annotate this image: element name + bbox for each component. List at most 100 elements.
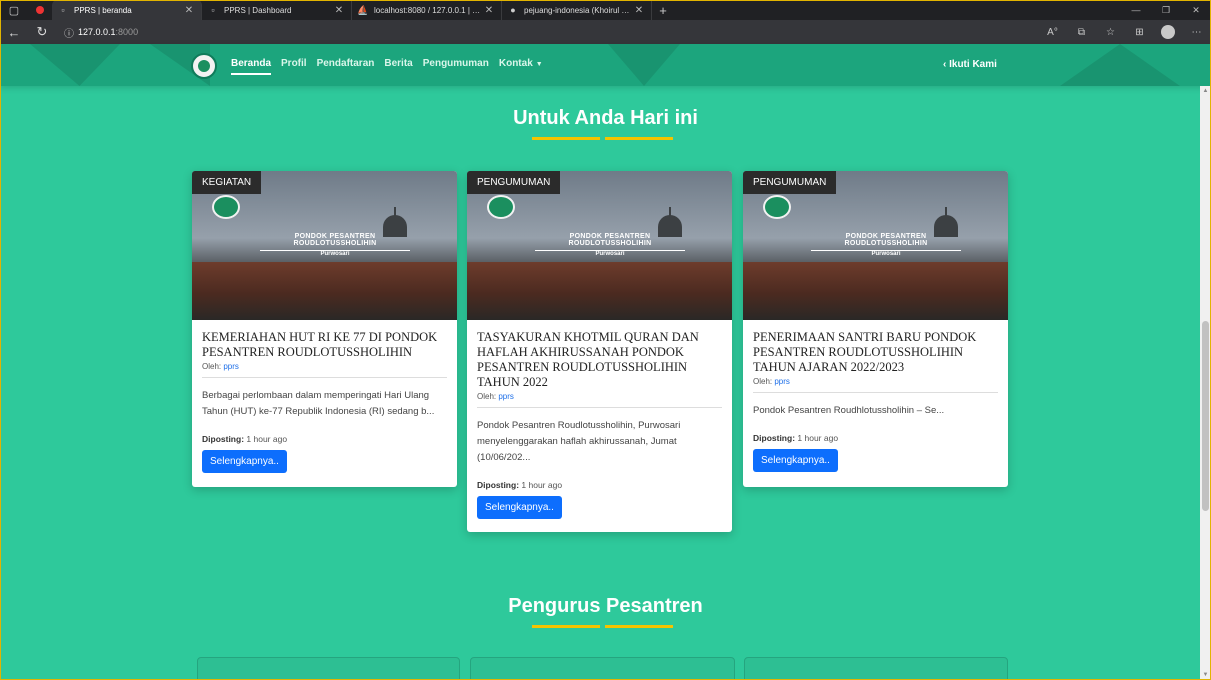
pesantren-emblem (487, 195, 515, 219)
posted-label: Diposting: (202, 434, 245, 444)
tab-title: pejuang-indonesia (Khoirul Mun... (524, 5, 633, 15)
divider (753, 392, 998, 393)
site-navbar: Beranda Profil Pendaftaran Berita Pengum… (0, 44, 1211, 86)
posted-value: 1 hour ago (521, 480, 563, 490)
post-card: PONDOK PESANTREN ROUDLOTUSSHOLIHIN Purwo… (743, 171, 1008, 487)
github-icon: ● (510, 5, 516, 15)
scrollbar-thumb[interactable] (1202, 321, 1209, 511)
nav-item-pendaftaran[interactable]: Pendaftaran (317, 58, 375, 75)
divider (202, 377, 447, 378)
browser-tab-dashboard[interactable]: ▫ PPRS | Dashboard ✕ (202, 0, 352, 20)
post-card: PONDOK PESANTREN ROUDLOTUSSHOLIHIN Purwo… (192, 171, 457, 487)
nav-decoration (30, 44, 120, 86)
page-icon: ▫ (211, 5, 215, 15)
author-label: Oleh: (753, 377, 773, 386)
board-member-card (470, 657, 735, 680)
author-link[interactable]: pprs (223, 362, 239, 371)
site-logo[interactable] (191, 53, 217, 79)
section-title-board: Pengurus Pesantren (508, 595, 703, 617)
extensions-icon[interactable]: ⧉ (1067, 27, 1096, 38)
follow-us-link[interactable]: ‹ Ikuti Kami (943, 59, 997, 70)
window-menu-icon[interactable]: ▢ (0, 0, 28, 20)
reload-icon[interactable]: ↻ (28, 24, 56, 40)
close-tab-icon[interactable]: ✕ (483, 5, 495, 16)
post-title[interactable]: PENERIMAAN SANTRI BARU PONDOK PESANTREN … (753, 330, 998, 375)
mosque-dome (934, 215, 958, 237)
record-icon[interactable] (28, 0, 52, 20)
close-tab-icon[interactable]: ✕ (633, 5, 645, 16)
read-more-button[interactable]: Selengkapnya.. (753, 449, 838, 472)
url-port: :8000 (115, 27, 139, 37)
url-host: 127.0.0.1 (78, 27, 116, 37)
browser-tab-github[interactable]: ● pejuang-indonesia (Khoirul Mun... ✕ (502, 0, 652, 20)
nav-item-berita[interactable]: Berita (384, 58, 412, 75)
back-icon[interactable]: ← (0, 25, 28, 40)
title-underline (532, 625, 600, 628)
post-excerpt: Pondok Pesantren Roudlotussholihin, Purw… (477, 420, 681, 463)
tab-title: PPRS | Dashboard (224, 5, 292, 15)
category-badge: PENGUMUMAN (467, 171, 561, 194)
close-window-icon[interactable]: ✕ (1181, 5, 1211, 16)
read-more-button[interactable]: Selengkapnya.. (477, 496, 562, 519)
pesantren-emblem (212, 195, 240, 219)
post-author: Oleh: pprs (202, 362, 447, 371)
post-time: Diposting: 1 hour ago (753, 433, 998, 443)
url-field[interactable]: ⓘ 127.0.0.1 :8000 (60, 23, 1020, 41)
scroll-down-icon[interactable]: ▼ (1200, 672, 1211, 678)
image-caption-town: Purwosari (595, 251, 625, 257)
read-aloud-icon[interactable]: A° (1038, 27, 1067, 38)
posted-label: Diposting: (477, 480, 520, 490)
nav-item-profil[interactable]: Profil (281, 58, 307, 75)
post-author: Oleh: pprs (753, 377, 998, 386)
posted-value: 1 hour ago (246, 434, 288, 444)
site-info-icon[interactable]: ⓘ (60, 23, 78, 41)
post-title[interactable]: KEMERIAHAN HUT RI KE 77 DI PONDOK PESANT… (202, 330, 447, 360)
browser-tab-bar: ▢ ▫ PPRS | beranda ✕ ▫ PPRS | Dashboard … (0, 0, 1211, 20)
title-underline (605, 137, 673, 140)
pesantren-emblem (763, 195, 791, 219)
nav-item-pengumuman[interactable]: Pengumuman (423, 58, 489, 75)
category-badge: PENGUMUMAN (743, 171, 837, 194)
post-time: Diposting: 1 hour ago (477, 480, 722, 490)
title-underline (532, 137, 600, 140)
more-options-icon[interactable]: ⋯ (1182, 27, 1211, 38)
browser-tab-beranda[interactable]: ▫ PPRS | beranda ✕ (52, 0, 202, 20)
profile-avatar[interactable] (1161, 25, 1175, 39)
close-tab-icon[interactable]: ✕ (333, 5, 345, 16)
category-badge: KEGIATAN (192, 171, 262, 194)
scroll-up-icon[interactable]: ▲ (1200, 88, 1211, 94)
browser-tab-phpmyadmin[interactable]: ⛵ localhost:8080 / 127.0.0.1 | phpM ✕ (352, 0, 502, 20)
close-tab-icon[interactable]: ✕ (183, 5, 195, 16)
author-link[interactable]: pprs (774, 377, 790, 386)
nav-item-beranda[interactable]: Beranda (231, 58, 272, 75)
phpmyadmin-icon: ⛵ (357, 4, 369, 15)
nav-decoration (1060, 44, 1180, 86)
favorites-icon[interactable]: ☆ (1096, 27, 1125, 38)
nav-item-kontak-label: Kontak (498, 58, 533, 69)
author-link[interactable]: pprs (498, 392, 514, 401)
nav-item-kontak[interactable]: Kontak ▼ (499, 58, 543, 75)
minimize-icon[interactable]: — (1121, 5, 1151, 16)
page-icon: ▫ (61, 5, 65, 15)
post-title[interactable]: TASYAKURAN KHOTMIL QURAN DAN HAFLAH AKHI… (477, 330, 722, 390)
nav-decoration (608, 44, 680, 86)
post-excerpt: Pondok Pesantren Roudhlotussholihin – Se… (753, 405, 945, 416)
title-underline (605, 625, 673, 628)
main-menu: Beranda Profil Pendaftaran Berita Pengum… (231, 58, 553, 75)
read-more-button[interactable]: Selengkapnya.. (202, 450, 287, 473)
restore-icon[interactable]: ❐ (1151, 5, 1181, 16)
tab-title: PPRS | beranda (74, 5, 132, 15)
collections-icon[interactable]: ⊞ (1125, 27, 1154, 38)
section-title-today: Untuk Anda Hari ini (513, 107, 698, 129)
new-tab-button[interactable]: + (652, 3, 674, 18)
author-label: Oleh: (202, 362, 222, 371)
post-time: Diposting: 1 hour ago (202, 434, 447, 444)
mosque-roof (743, 262, 1008, 320)
posted-label: Diposting: (753, 433, 796, 443)
author-label: Oleh: (477, 392, 497, 401)
address-bar: ← ↻ ⓘ 127.0.0.1 :8000 A° ⧉ ☆ ⊞ ⋯ (0, 20, 1211, 44)
mosque-roof (192, 262, 457, 320)
image-caption-town: Purwosari (320, 251, 350, 257)
tab-title: localhost:8080 / 127.0.0.1 | phpM (374, 5, 483, 15)
page-scrollbar[interactable]: ▲ ▼ (1200, 86, 1211, 680)
